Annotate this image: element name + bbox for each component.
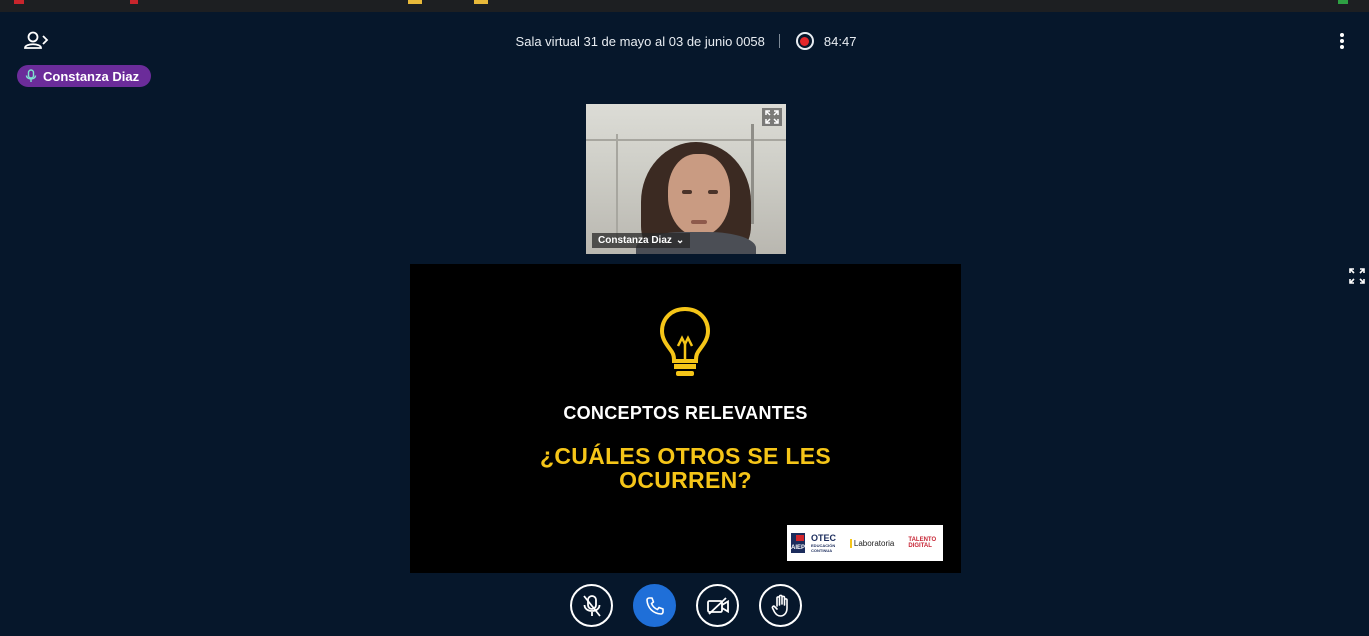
talento-digital-logo: TALENTO DIGITAL xyxy=(908,537,937,549)
chevron-down-icon: ⌄ xyxy=(675,235,685,246)
dot-icon xyxy=(1340,39,1344,43)
fullscreen-icon xyxy=(1349,268,1365,284)
recording-dot-icon xyxy=(800,36,810,46)
person-mouth xyxy=(691,220,707,224)
camera-off-icon xyxy=(706,596,729,615)
meeting-title: Sala virtual 31 de mayo al 03 de junio 0… xyxy=(515,33,765,49)
dot-icon xyxy=(1340,33,1344,37)
presentation-slide[interactable]: CONCEPTOS RELEVANTES ¿CUÁLES OTROS SE LE… xyxy=(410,264,961,573)
raise-hand-button[interactable] xyxy=(759,584,802,627)
presentation-fullscreen-button[interactable] xyxy=(1349,268,1365,284)
dot-icon xyxy=(1340,45,1344,49)
otec-logo: OTEC EDUCACIÓN CONTINUA xyxy=(811,532,838,553)
background-detail xyxy=(751,124,754,224)
tab-favicon xyxy=(130,0,138,4)
options-button[interactable] xyxy=(1337,31,1347,51)
recording-indicator[interactable] xyxy=(795,32,814,50)
lightbulb-icon xyxy=(659,306,711,376)
background-detail xyxy=(586,139,786,141)
media-controls xyxy=(570,584,802,628)
tab-favicon xyxy=(408,0,422,4)
microphone-icon xyxy=(25,69,37,82)
webcam-name-label: Constanza Diaz xyxy=(598,235,672,246)
slide-question: ¿CUÁLES OTROS SE LES OCURREN? xyxy=(540,443,831,493)
sponsor-logos: AIEP OTEC EDUCACIÓN CONTINUA Laboratoria… xyxy=(787,525,943,561)
aiep-logo: AIEP xyxy=(791,533,806,553)
person-eye xyxy=(682,190,692,194)
talker-name: Constanza Diaz xyxy=(43,68,140,84)
camera-button[interactable] xyxy=(696,584,739,627)
webcam-user-name[interactable]: Constanza Diaz ⌄ xyxy=(592,233,691,248)
recording-timer: 84:47 xyxy=(823,33,857,49)
background-detail xyxy=(616,134,618,244)
slide-heading: CONCEPTOS RELEVANTES xyxy=(563,403,808,423)
fullscreen-icon xyxy=(765,110,779,124)
header-divider xyxy=(778,34,780,48)
raise-hand-icon xyxy=(771,594,788,617)
laboratoria-logo: Laboratoria xyxy=(849,538,894,548)
audio-phone-button[interactable] xyxy=(633,584,676,627)
tab-favicon xyxy=(474,0,488,4)
webcam-fullscreen-button[interactable] xyxy=(762,108,782,126)
webcam-video[interactable]: Constanza Diaz ⌄ xyxy=(586,104,786,254)
otec-sub-label: EDUCACIÓN CONTINUA xyxy=(811,542,836,553)
mic-muted-icon xyxy=(582,594,601,617)
tab-favicon xyxy=(1338,0,1348,4)
tab-favicon xyxy=(14,0,24,4)
meeting-header: Sala virtual 31 de mayo al 03 de junio 0… xyxy=(3,32,1369,50)
phone-icon xyxy=(645,596,664,615)
person-eye xyxy=(708,190,718,194)
mute-button[interactable] xyxy=(570,584,613,627)
talking-indicator[interactable]: Constanza Diaz xyxy=(17,65,152,87)
meeting-app: Sala virtual 31 de mayo al 03 de junio 0… xyxy=(3,12,1369,636)
browser-tab-strip xyxy=(0,0,1369,12)
otec-label: OTEC xyxy=(811,532,837,543)
